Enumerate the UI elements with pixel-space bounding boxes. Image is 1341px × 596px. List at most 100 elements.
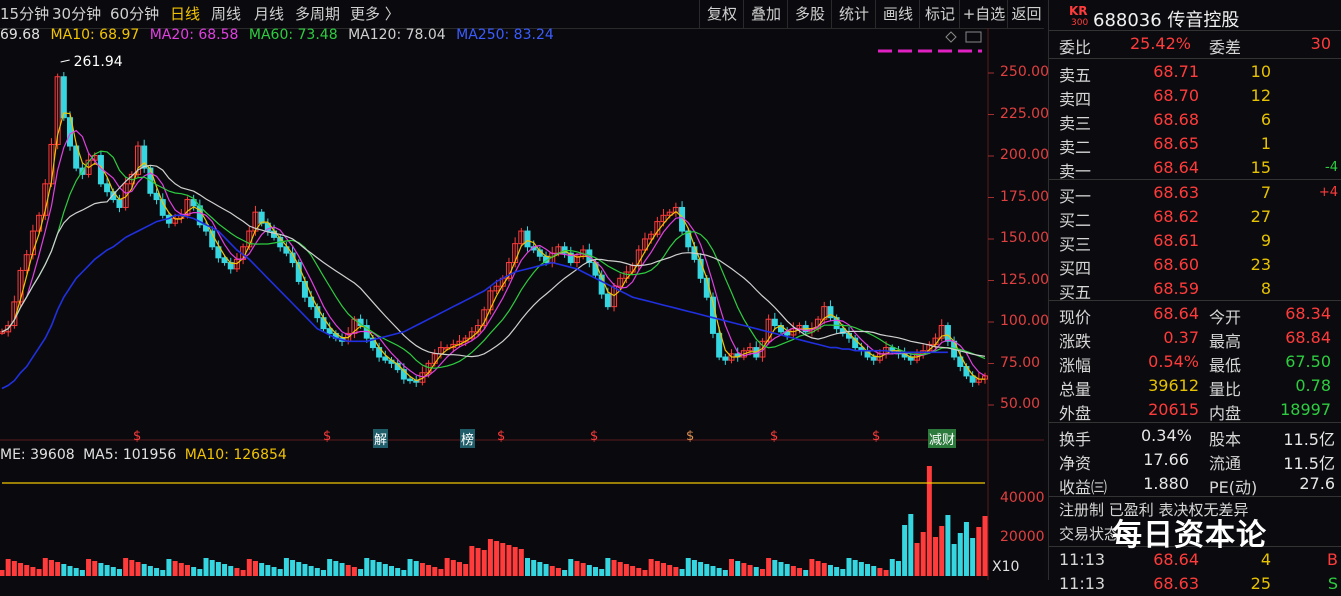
candle-body xyxy=(771,318,778,327)
volume-bar xyxy=(852,560,858,576)
volume-bar xyxy=(116,569,122,576)
volume-bar xyxy=(840,569,846,576)
volume-bar xyxy=(623,564,629,576)
event-marker[interactable]: $ xyxy=(686,429,694,444)
ask-row[interactable]: 卖三 68.68 6 xyxy=(1049,108,1341,133)
ask-row[interactable]: 卖五 68.71 10 xyxy=(1049,60,1341,85)
bid-row[interactable]: 买三 68.61 9 xyxy=(1049,229,1341,254)
price-tick: 100.00 xyxy=(1000,313,1049,329)
kline-panel: 15分钟 30分钟 60分钟 日线 周线 月线 多周期 更多 〉 复权 叠加 多… xyxy=(0,0,1049,580)
volume-bar xyxy=(531,560,537,576)
xj-label: 现价 xyxy=(1059,308,1092,327)
ask-row[interactable]: 卖四 68.70 12 xyxy=(1049,84,1341,109)
ask-label: 卖二 xyxy=(1059,138,1092,157)
volume-bar xyxy=(333,561,339,576)
volume-bar xyxy=(790,566,796,576)
volume-bar xyxy=(345,565,351,576)
volume-bar xyxy=(710,566,716,576)
lb-label: 量比 xyxy=(1209,380,1242,399)
bid-row[interactable]: 买四 68.60 23 xyxy=(1049,253,1341,278)
volume-bar xyxy=(166,559,172,576)
event-marker[interactable]: $ xyxy=(770,429,778,444)
volume-bar xyxy=(24,565,30,576)
ask-price: 68.71 xyxy=(1153,62,1199,81)
tick-row: 11:13 68.63 25 S xyxy=(1049,572,1341,596)
volume-bar xyxy=(154,568,160,576)
event-marker[interactable]: 解 xyxy=(373,429,389,448)
volume-bar xyxy=(580,563,586,576)
volume-bar xyxy=(834,567,840,576)
volume-bar xyxy=(920,532,926,576)
volume-bar xyxy=(772,560,778,576)
volume-bar xyxy=(549,566,555,576)
bid-row[interactable]: 买二 68.62 27 xyxy=(1049,205,1341,230)
event-marker[interactable]: 榜 xyxy=(460,429,476,448)
volume-bar xyxy=(327,559,333,576)
volume-tick: X10 xyxy=(992,559,1020,575)
volume-bar xyxy=(481,550,487,576)
volume-bar xyxy=(129,560,135,576)
volume-bar xyxy=(240,570,246,576)
ask-volume: 6 xyxy=(1260,110,1271,129)
ask-row[interactable]: 卖一 68.64 15 -4 xyxy=(1049,156,1341,181)
volume-bar xyxy=(636,568,642,576)
volume-bar xyxy=(605,558,611,576)
volume-bar xyxy=(815,561,821,576)
volume-bar xyxy=(135,562,141,576)
lt-value: 11.5亿 xyxy=(1283,454,1335,473)
volume-bar xyxy=(42,558,48,576)
volume-bar xyxy=(36,569,42,576)
event-marker[interactable]: $ xyxy=(133,429,141,444)
volume-bar xyxy=(252,561,258,576)
volume-bar xyxy=(351,567,357,576)
jz-label: 净资 xyxy=(1059,454,1092,473)
volume-bar xyxy=(419,563,425,576)
event-marker[interactable]: $ xyxy=(323,429,331,444)
bid-volume: 7 xyxy=(1260,183,1271,202)
volume-bar xyxy=(648,559,654,576)
event-marker[interactable]: $ xyxy=(872,429,880,444)
bid-label: 买三 xyxy=(1059,235,1092,254)
tick-side: S xyxy=(1327,574,1338,593)
event-marker[interactable]: $ xyxy=(590,429,598,444)
volume-bar xyxy=(246,559,252,576)
candle-body xyxy=(722,356,729,361)
ask-label: 卖三 xyxy=(1059,114,1092,133)
market-badge-sub: 300 xyxy=(1071,18,1089,28)
bid-price: 68.62 xyxy=(1153,207,1199,226)
window-icon xyxy=(965,31,982,43)
volume-bar xyxy=(48,560,54,576)
bid-price: 68.60 xyxy=(1153,255,1199,274)
volume-bar xyxy=(215,562,221,576)
volume-bar xyxy=(506,545,512,576)
volume-bar xyxy=(388,566,394,576)
volume-bar xyxy=(222,564,228,576)
event-marker[interactable]: 减财 xyxy=(928,429,957,448)
event-marker[interactable]: $ xyxy=(497,429,505,444)
volume-bar xyxy=(951,544,957,576)
ask-volume: 1 xyxy=(1260,134,1271,153)
volume-bar xyxy=(617,562,623,576)
volume-bar xyxy=(444,558,450,576)
volume-ma10: MA10: 126854 xyxy=(184,447,287,463)
bid-change: +4 xyxy=(1318,185,1338,200)
volume-bar xyxy=(630,566,636,576)
zg-label: 最高 xyxy=(1209,332,1242,351)
jk-label: 今开 xyxy=(1209,308,1242,327)
candle-body xyxy=(104,183,111,193)
zf-value: 0.54% xyxy=(1148,352,1199,371)
volume-bar xyxy=(123,558,129,576)
bid-row[interactable]: 买五 68.59 8 xyxy=(1049,277,1341,302)
volume-bar xyxy=(512,547,518,576)
volume-bar xyxy=(803,570,809,576)
ask-row[interactable]: 卖二 68.65 1 xyxy=(1049,132,1341,157)
volume-bar xyxy=(599,569,605,576)
volume-bar xyxy=(846,558,852,576)
bid-row[interactable]: 买一 68.63 7 +4 xyxy=(1049,181,1341,206)
volume-bar xyxy=(413,561,419,576)
volume-tick: 40000 xyxy=(1000,490,1045,506)
candle-body xyxy=(116,199,123,208)
volume-bar xyxy=(568,559,574,576)
volume-bar xyxy=(172,561,178,576)
np-value: 18997 xyxy=(1280,400,1331,419)
